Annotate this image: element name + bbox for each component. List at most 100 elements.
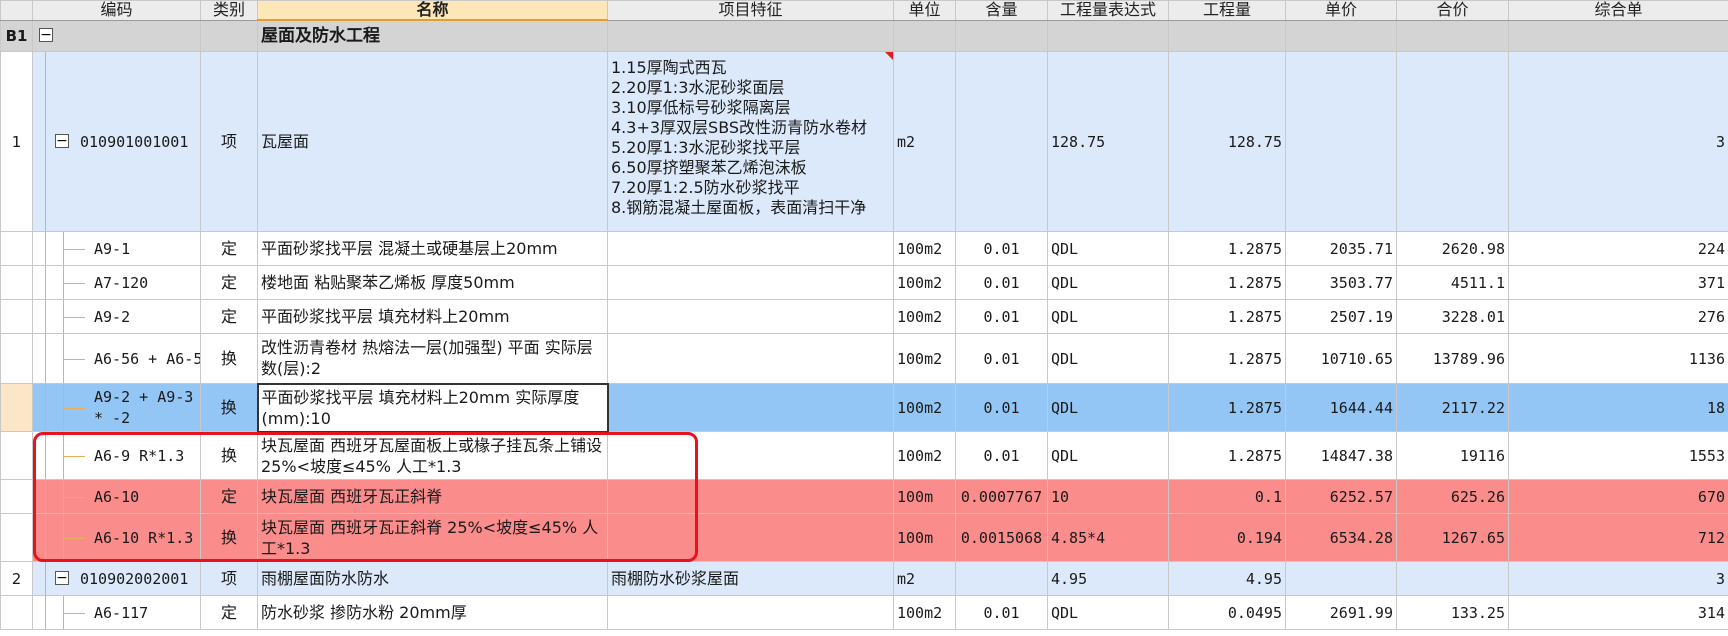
quota-name[interactable]: 楼地面 粘贴聚苯乙烯板 厚度50mm bbox=[257, 265, 608, 300]
col-qty-header[interactable]: 工程量 bbox=[1168, 0, 1286, 21]
col-qty-expr-header[interactable]: 工程量表达式 bbox=[1047, 0, 1169, 21]
quota-unit-price: 6252.57 bbox=[1285, 479, 1397, 514]
item-qty-expr[interactable]: 128.75 bbox=[1047, 51, 1169, 232]
quota-qty: 1.2875 bbox=[1168, 333, 1286, 384]
quota-feature[interactable] bbox=[607, 479, 894, 514]
list-item-row[interactable]: 1 − 010901001001 项 瓦屋面 1.15厚陶式西瓦 2.20厚1:… bbox=[0, 51, 1728, 232]
quota-qty-expr[interactable]: QDL bbox=[1047, 383, 1169, 432]
row-number: 1 bbox=[0, 51, 33, 232]
col-code-header[interactable]: 编码 bbox=[32, 0, 201, 21]
table-row[interactable]: A6-9 R*1.3 换 块瓦屋面 西班牙瓦屋面板上或椽子挂瓦条上铺设 25%<… bbox=[0, 431, 1728, 480]
quota-unit-price: 2507.19 bbox=[1285, 299, 1397, 334]
quota-unit: 100m2 bbox=[893, 333, 956, 384]
quota-name[interactable]: 防水砂浆 掺防水粉 20mm厚 bbox=[257, 595, 608, 630]
item-name[interactable]: 瓦屋面 bbox=[257, 51, 608, 232]
quota-feature[interactable] bbox=[607, 231, 894, 266]
item-content bbox=[955, 561, 1048, 596]
quota-content: 0.01 bbox=[955, 431, 1048, 480]
col-rownum-header[interactable] bbox=[0, 0, 33, 21]
quota-feature[interactable] bbox=[607, 299, 894, 334]
quota-name[interactable]: 块瓦屋面 西班牙瓦屋面板上或椽子挂瓦条上铺设 25%<坡度≤45% 人工*1.3 bbox=[257, 431, 608, 480]
quota-feature[interactable] bbox=[607, 265, 894, 300]
table-row[interactable]: A9-2 定 平面砂浆找平层 填充材料上20mm 100m2 0.01 QDL … bbox=[0, 299, 1728, 334]
item-content bbox=[955, 51, 1048, 232]
quota-qty: 1.2875 bbox=[1168, 231, 1286, 266]
row-number: 2 bbox=[0, 561, 33, 596]
item-qty-expr[interactable]: 4.95 bbox=[1047, 561, 1169, 596]
col-content-header[interactable]: 含量 bbox=[955, 0, 1048, 21]
quota-name[interactable]: 改性沥青卷材 热熔法一层(加强型) 平面 实际层数(层):2 bbox=[257, 333, 608, 384]
col-comp-header[interactable]: 综合单 bbox=[1508, 0, 1728, 21]
item-unit-price bbox=[1285, 561, 1397, 596]
quota-code: A6-10 bbox=[94, 487, 140, 506]
quota-content: 0.0015068 bbox=[955, 513, 1048, 562]
section-title: 屋面及防水工程 bbox=[257, 19, 608, 52]
collapse-icon[interactable]: − bbox=[39, 27, 53, 42]
selected-table-row[interactable]: A9-2 + A9-3 * -2 换 平面砂浆找平层 填充材料上20mm 实际厚… bbox=[0, 382, 1728, 433]
tree-cell[interactable]: A6-117 bbox=[32, 595, 201, 630]
table-row-flagged[interactable]: A6-10 定 块瓦屋面 西班牙瓦正斜脊 100m 0.0007767 10 0… bbox=[0, 479, 1728, 514]
quota-feature[interactable] bbox=[607, 431, 894, 480]
quota-name[interactable]: 平面砂浆找平层 混凝土或硬基层上20mm bbox=[257, 231, 608, 266]
quota-unit: 100m bbox=[893, 479, 956, 514]
quota-name[interactable]: 块瓦屋面 西班牙瓦正斜脊 25%<坡度≤45% 人工*1.3 bbox=[257, 513, 608, 562]
quota-qty-expr[interactable]: QDL bbox=[1047, 265, 1169, 300]
quota-type: 定 bbox=[200, 265, 258, 300]
quota-total: 133.25 bbox=[1396, 595, 1509, 630]
quota-type: 换 bbox=[200, 383, 258, 432]
col-unit-price-header[interactable]: 单价 bbox=[1285, 0, 1397, 21]
tree-cell[interactable]: A6-10 R*1.3 bbox=[32, 513, 201, 562]
item-name[interactable]: 雨棚屋面防水防水 bbox=[257, 561, 608, 596]
section-row[interactable]: B1 − 屋面及防水工程 bbox=[0, 19, 1728, 52]
quota-name[interactable]: 平面砂浆找平层 填充材料上20mm bbox=[257, 299, 608, 334]
tree-cell[interactable]: A6-10 bbox=[32, 479, 201, 514]
table-row[interactable]: A9-1 定 平面砂浆找平层 混凝土或硬基层上20mm 100m2 0.01 Q… bbox=[0, 231, 1728, 266]
col-total-header[interactable]: 合价 bbox=[1396, 0, 1509, 21]
col-feature-header[interactable]: 项目特征 bbox=[607, 0, 894, 21]
table-row-flagged[interactable]: A6-10 R*1.3 换 块瓦屋面 西班牙瓦正斜脊 25%<坡度≤45% 人工… bbox=[0, 513, 1728, 562]
quota-total: 19116 bbox=[1396, 431, 1509, 480]
quota-comp: 1136 bbox=[1508, 333, 1728, 384]
quota-feature[interactable] bbox=[607, 595, 894, 630]
tree-cell[interactable]: A6-9 R*1.3 bbox=[32, 431, 201, 480]
quota-name[interactable]: 块瓦屋面 西班牙瓦正斜脊 bbox=[257, 479, 608, 514]
quota-qty-expr[interactable]: QDL bbox=[1047, 231, 1169, 266]
quota-qty-expr[interactable]: QDL bbox=[1047, 299, 1169, 334]
col-unit-header[interactable]: 单位 bbox=[893, 0, 956, 21]
quota-unit-price: 2691.99 bbox=[1285, 595, 1397, 630]
quota-name-edit[interactable]: 平面砂浆找平层 填充材料上20mm 实际厚度(mm):10 bbox=[256, 382, 609, 433]
item-code: 010902002001 bbox=[80, 569, 189, 588]
quota-total: 1267.65 bbox=[1396, 513, 1509, 562]
quota-qty-expr[interactable]: 4.85*4 bbox=[1047, 513, 1169, 562]
tree-cell[interactable]: A6-56 + A6-54 bbox=[32, 333, 201, 384]
tree-cell[interactable]: A9-2 + A9-3 * -2 bbox=[32, 383, 201, 432]
list-item-row[interactable]: 2 − 010902002001 项 雨棚屋面防水防水 雨棚防水砂浆屋面 m2 … bbox=[0, 561, 1728, 596]
table-row[interactable]: A6-117 定 防水砂浆 掺防水粉 20mm厚 100m2 0.01 QDL … bbox=[0, 595, 1728, 630]
tree-cell[interactable]: A9-2 bbox=[32, 299, 201, 334]
quota-qty: 0.194 bbox=[1168, 513, 1286, 562]
item-qty: 4.95 bbox=[1168, 561, 1286, 596]
quota-qty-expr[interactable]: QDL bbox=[1047, 431, 1169, 480]
table-row[interactable]: A7-120 定 楼地面 粘贴聚苯乙烯板 厚度50mm 100m2 0.01 Q… bbox=[0, 265, 1728, 300]
quota-code: A6-56 + A6-54 bbox=[94, 349, 201, 368]
tree-cell[interactable]: − 010901001001 bbox=[32, 51, 201, 232]
tree-cell[interactable]: A9-1 bbox=[32, 231, 201, 266]
quota-comp: 276 bbox=[1508, 299, 1728, 334]
quota-unit: 100m2 bbox=[893, 299, 956, 334]
item-feature[interactable]: 雨棚防水砂浆屋面 bbox=[607, 561, 894, 596]
tree-cell[interactable]: − 010902002001 bbox=[32, 561, 201, 596]
item-code: 010901001001 bbox=[80, 132, 189, 151]
quota-qty-expr[interactable]: QDL bbox=[1047, 333, 1169, 384]
comment-flag-icon bbox=[885, 52, 893, 60]
quota-qty-expr[interactable]: 10 bbox=[1047, 479, 1169, 514]
quota-unit: 100m2 bbox=[893, 431, 956, 480]
table-row[interactable]: A6-56 + A6-54 换 改性沥青卷材 热熔法一层(加强型) 平面 实际层… bbox=[0, 333, 1728, 384]
quota-feature[interactable] bbox=[607, 383, 894, 432]
quota-feature[interactable] bbox=[607, 513, 894, 562]
item-feature[interactable]: 1.15厚陶式西瓦 2.20厚1:3水泥砂浆面层 3.10厚低标号砂浆隔离层 4… bbox=[607, 51, 894, 232]
col-name-header[interactable]: 名称 bbox=[257, 0, 608, 21]
tree-cell[interactable]: A7-120 bbox=[32, 265, 201, 300]
quota-qty-expr[interactable]: QDL bbox=[1047, 595, 1169, 630]
col-type-header[interactable]: 类别 bbox=[200, 0, 258, 21]
quota-feature[interactable] bbox=[607, 333, 894, 384]
